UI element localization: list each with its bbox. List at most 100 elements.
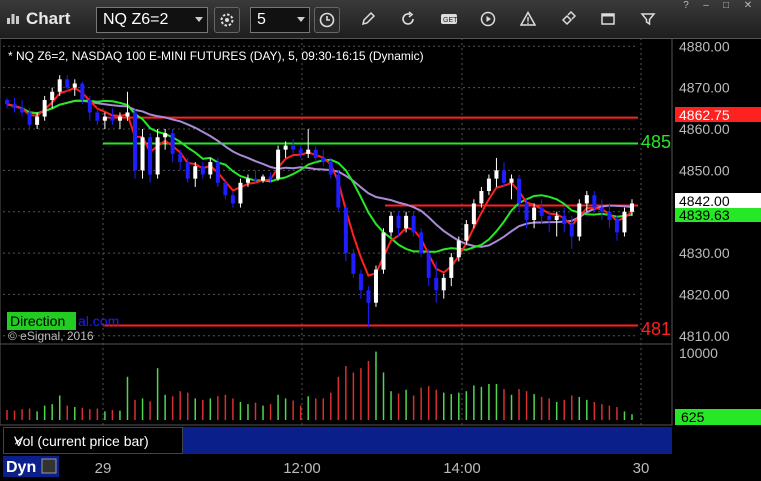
draw-button[interactable] (356, 7, 382, 33)
close-button[interactable]: ✕ (738, 0, 758, 14)
candle-body (313, 149, 318, 158)
candle-body (434, 277, 439, 291)
refresh-icon (402, 11, 414, 25)
minimize-button[interactable]: – (696, 0, 716, 14)
ma-red-line (6, 86, 633, 277)
candle-body (449, 257, 454, 278)
y-tick-label: 4820.00 (679, 286, 730, 302)
candle-body (185, 162, 190, 179)
volume-last: 625 (681, 409, 705, 425)
candle-body (27, 112, 32, 125)
candle-body (253, 178, 258, 181)
window-button[interactable] (596, 7, 622, 33)
close-icon[interactable]: × (14, 433, 22, 449)
candle-body (328, 162, 333, 175)
candle-body (35, 116, 40, 125)
candle-body (539, 207, 544, 216)
candle-body (50, 91, 55, 101)
ma-green-line (6, 99, 633, 253)
time-axis[interactable]: 29 12:00 14:00 30 Dyn (3, 456, 649, 477)
filter-button[interactable] (636, 7, 662, 33)
window-icon (601, 13, 615, 25)
candle-body (283, 145, 288, 150)
candle-body (381, 232, 386, 270)
refresh-button[interactable] (396, 7, 422, 33)
candle-body (80, 83, 85, 101)
candle-body (441, 277, 446, 291)
copyright-text: © eSignal, 2016 (8, 329, 94, 343)
price-axis[interactable]: 4810.004820.004830.004840.004850.004860.… (679, 38, 730, 344)
candle-body (5, 100, 9, 105)
interval-input[interactable]: 5 (250, 7, 310, 33)
volume-series (6, 351, 633, 420)
candle-body (554, 215, 559, 220)
get-icon: GET (441, 14, 458, 24)
candle-body (517, 178, 522, 204)
mode-label: Dyn (6, 459, 36, 476)
candle-body (102, 116, 107, 121)
candle-body (358, 273, 363, 291)
price-chart[interactable]: 4810.004820.004830.004840.004850.004860.… (0, 38, 761, 481)
maximize-button[interactable]: □ (716, 0, 736, 14)
x-tick-label: 14:00 (443, 460, 481, 477)
volume-legend[interactable]: Vol (current price bar) × (3, 427, 183, 454)
toolbar: Chart NQ Z6=2 5 GET ? – □ ✕ (0, 0, 761, 39)
candle-body (178, 153, 183, 163)
chart-app-icon (7, 14, 19, 24)
symbol-input[interactable]: NQ Z6=2 (96, 7, 208, 33)
green-line-label: 485 (641, 132, 671, 152)
candle-body (419, 232, 424, 254)
candle-body (509, 178, 514, 183)
candle-body (622, 211, 627, 233)
candle-body (577, 203, 582, 237)
brand-text-a: Direction (10, 313, 65, 329)
y-tick-label: 4810.00 (679, 328, 730, 344)
candle-body (562, 215, 567, 225)
candle-body (148, 137, 153, 175)
alert-button[interactable] (516, 7, 542, 33)
x-tick-label: 12:00 (283, 460, 321, 477)
settings-button[interactable] (214, 7, 240, 33)
upper-level-value: 4862.75 (679, 107, 730, 123)
link-button[interactable] (556, 7, 582, 33)
get-button[interactable]: GET (436, 7, 462, 33)
brand-text-b: al.com (78, 313, 119, 329)
candle-body (200, 166, 205, 175)
candle-body (208, 162, 213, 175)
candle-body (411, 215, 416, 233)
svg-text:GET: GET (443, 17, 458, 24)
y-tick-label: 4880.00 (679, 38, 730, 54)
moving-averages (6, 86, 633, 277)
candle-body (65, 79, 70, 88)
volume-legend-bar: Vol (current price bar) × (3, 427, 672, 454)
candle-body (396, 215, 401, 229)
candle-body (268, 176, 273, 179)
time-button[interactable] (314, 7, 340, 33)
candle-body (456, 240, 461, 258)
candle-body (110, 116, 115, 121)
candle-body (163, 133, 168, 138)
candle-body (464, 224, 469, 241)
candle-body (95, 112, 100, 121)
candle-body (230, 195, 235, 204)
y-tick-label: 4860.00 (679, 121, 730, 137)
candle-body (494, 170, 499, 179)
candle-body (193, 166, 198, 179)
candle-body (57, 79, 62, 92)
play-button[interactable] (476, 7, 502, 33)
candle-body (245, 178, 250, 183)
candle-body (599, 207, 604, 212)
x-tick-label: 30 (633, 460, 650, 477)
pencil-icon (361, 11, 376, 26)
chevron-down-icon[interactable] (297, 17, 305, 22)
candle-body (486, 178, 491, 192)
chevron-down-icon[interactable] (195, 17, 203, 22)
candle-body (87, 100, 92, 113)
y-tick-label: 4870.00 (679, 80, 730, 96)
candle-body (72, 83, 77, 88)
help-button[interactable]: ? (676, 0, 696, 14)
ma-purple-line (6, 99, 633, 248)
candle-body (261, 176, 266, 181)
x-tick-label: 29 (95, 460, 112, 477)
red-line-label: 481 (641, 319, 671, 339)
